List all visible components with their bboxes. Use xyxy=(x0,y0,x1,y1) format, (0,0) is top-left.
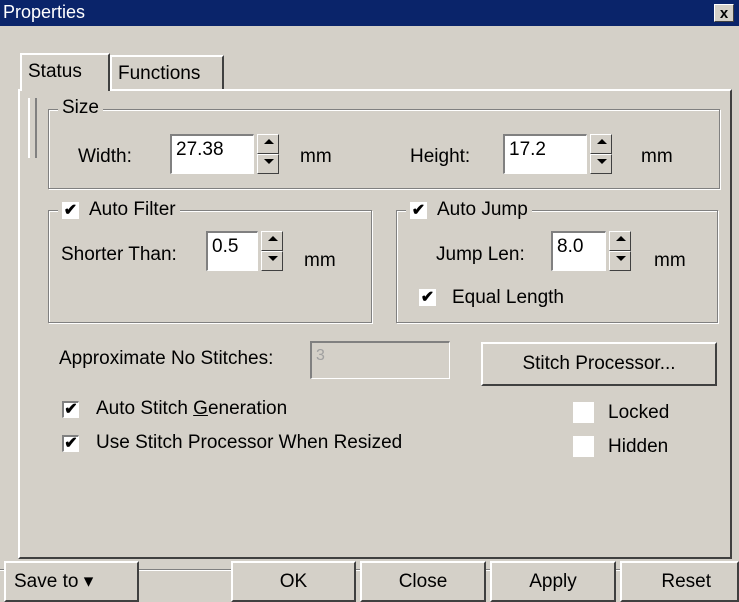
locked-label[interactable]: Locked xyxy=(608,402,669,424)
width-spin-up[interactable] xyxy=(257,134,279,154)
width-unit: mm xyxy=(300,146,332,167)
height-value: 17.2 xyxy=(509,139,546,160)
shorter-spin-up[interactable] xyxy=(261,231,283,251)
jump-len-spinner[interactable] xyxy=(609,231,631,271)
close-icon: x xyxy=(719,5,729,22)
apply-label: Apply xyxy=(529,571,577,592)
width-spinner[interactable] xyxy=(257,134,279,174)
jump-len-unit: mm xyxy=(654,250,686,271)
hidden-label[interactable]: Hidden xyxy=(608,436,668,458)
jump-spin-up[interactable] xyxy=(609,231,631,251)
auto-filter-legend: ✔ Auto Filter xyxy=(58,199,180,221)
stitch-processor-button[interactable]: Stitch Processor... xyxy=(481,342,717,386)
tab-functions[interactable]: Functions xyxy=(110,55,224,89)
close-button[interactable]: Close xyxy=(360,561,486,602)
width-input[interactable]: 27.38 xyxy=(170,134,254,174)
shorter-spin-down[interactable] xyxy=(261,251,283,271)
arrow-down-icon xyxy=(268,256,278,261)
auto-gen-accelerator: G xyxy=(193,398,208,419)
arrow-down-icon xyxy=(264,159,274,164)
save-to-label: Save to xyxy=(14,571,79,592)
auto-filter-label[interactable]: Auto Filter xyxy=(89,199,176,221)
shorter-than-label: Shorter Than: xyxy=(61,244,177,265)
jump-len-label: Jump Len: xyxy=(436,244,525,265)
dropdown-arrow-icon: ▾ xyxy=(83,571,94,592)
height-spinner[interactable] xyxy=(590,134,612,174)
shorter-than-value: 0.5 xyxy=(212,236,239,257)
tab-status-label: Status xyxy=(28,61,82,82)
jump-spin-down[interactable] xyxy=(609,251,631,271)
height-spin-up[interactable] xyxy=(590,134,612,154)
tab-functions-label: Functions xyxy=(118,63,201,84)
hidden-checkbox[interactable] xyxy=(573,436,594,457)
arrow-down-icon xyxy=(597,159,607,164)
use-stitch-processor-label[interactable]: Use Stitch Processor When Resized xyxy=(96,432,402,454)
arrow-up-icon xyxy=(264,139,274,144)
title-bar: Properties x xyxy=(0,0,739,26)
reset-label: Reset xyxy=(661,571,711,592)
auto-gen-text-a: Auto Stitch xyxy=(96,398,194,419)
gripper-handle[interactable] xyxy=(28,98,37,158)
height-input[interactable]: 17.2 xyxy=(503,134,587,174)
width-label: Width: xyxy=(78,146,132,167)
window-title: Properties xyxy=(3,2,86,22)
auto-stitch-generation-checkbox[interactable]: ✔ xyxy=(62,401,79,418)
height-spin-down[interactable] xyxy=(590,154,612,174)
arrow-up-icon xyxy=(268,236,278,241)
size-group xyxy=(48,109,720,189)
save-to-button[interactable]: Save to ▾ xyxy=(4,561,139,602)
close-label: Close xyxy=(398,571,448,592)
equal-length-label[interactable]: Equal Length xyxy=(452,287,564,309)
auto-gen-text-b: eneration xyxy=(207,398,288,419)
auto-jump-legend: ✔ Auto Jump xyxy=(406,199,532,221)
ok-button[interactable]: OK xyxy=(231,561,356,602)
approx-stitches-field: 3 xyxy=(310,341,450,379)
apply-button[interactable]: Apply xyxy=(490,561,616,602)
jump-len-value: 8.0 xyxy=(557,236,584,257)
auto-stitch-generation-label[interactable]: Auto Stitch Generation xyxy=(96,398,287,420)
width-value: 27.38 xyxy=(176,139,224,160)
auto-jump-label[interactable]: Auto Jump xyxy=(437,199,528,221)
arrow-down-icon xyxy=(616,256,626,261)
ok-label: OK xyxy=(279,571,308,592)
stitch-processor-label: Stitch Processor... xyxy=(522,353,676,374)
use-stitch-processor-checkbox[interactable]: ✔ xyxy=(62,435,79,452)
jump-len-input[interactable]: 8.0 xyxy=(551,231,606,271)
approx-stitches-value: 3 xyxy=(316,347,325,364)
close-window-button[interactable]: x xyxy=(714,4,734,22)
width-spin-down[interactable] xyxy=(257,154,279,174)
shorter-than-spinner[interactable] xyxy=(261,231,283,271)
arrow-up-icon xyxy=(597,139,607,144)
height-unit: mm xyxy=(641,146,673,167)
equal-length-checkbox[interactable]: ✔ xyxy=(419,289,436,306)
arrow-up-icon xyxy=(616,236,626,241)
auto-filter-checkbox[interactable]: ✔ xyxy=(62,201,79,219)
approx-stitches-label: Approximate No Stitches: xyxy=(59,348,274,369)
auto-jump-checkbox[interactable]: ✔ xyxy=(410,201,427,219)
shorter-than-input[interactable]: 0.5 xyxy=(206,231,258,271)
height-label: Height: xyxy=(410,146,471,167)
size-group-legend: Size xyxy=(58,97,103,119)
tab-status[interactable]: Status xyxy=(20,53,110,91)
reset-button[interactable]: Reset xyxy=(620,561,739,602)
shorter-than-unit: mm xyxy=(304,250,336,271)
locked-checkbox[interactable] xyxy=(573,402,594,423)
